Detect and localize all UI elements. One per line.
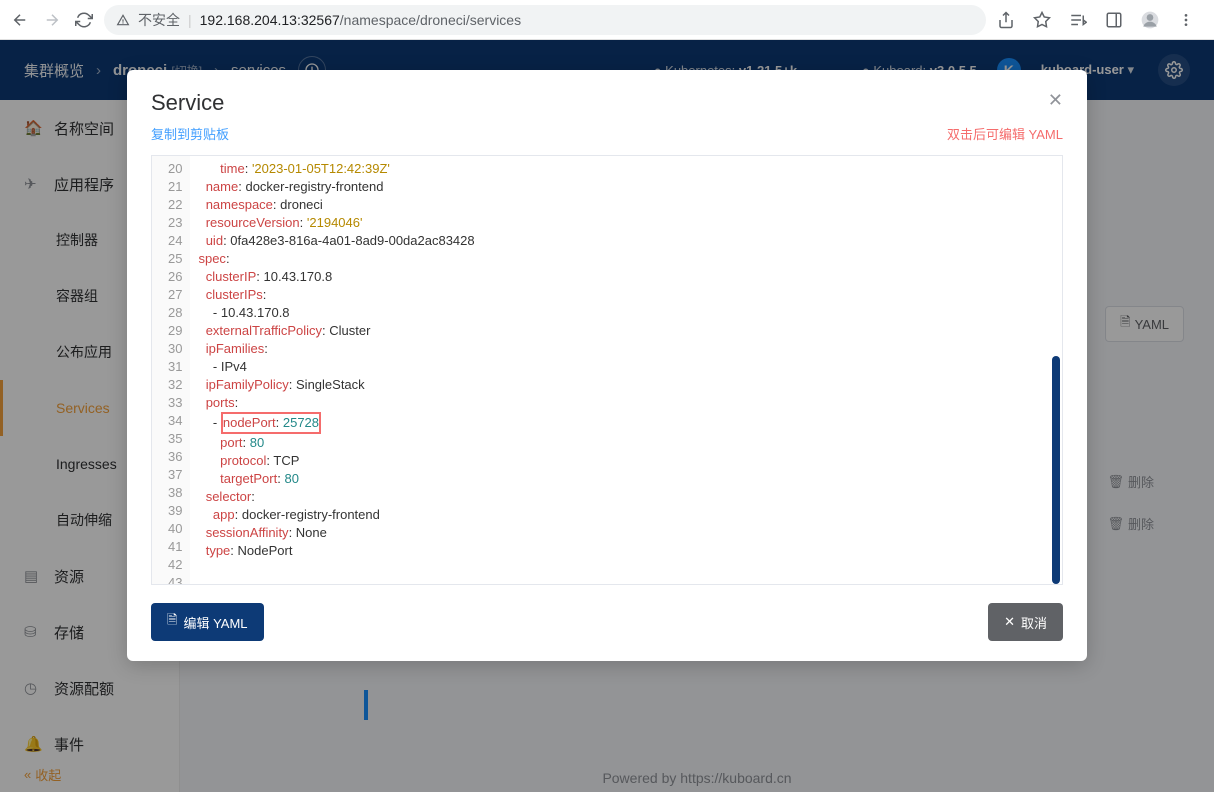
nav-reload-button[interactable] <box>72 8 96 32</box>
yaml-code: time: '2023-01-05T12:42:39Z' name: docke… <box>190 156 1062 584</box>
modal-title: Service <box>151 90 224 116</box>
close-icon[interactable]: ✕ <box>1048 90 1063 111</box>
panel-icon[interactable] <box>1102 8 1126 32</box>
copy-to-clipboard-link[interactable]: 复制到剪贴板 <box>151 124 229 143</box>
modal-overlay: Service ✕ 复制到剪贴板 双击后可编辑 YAML 20212223242… <box>0 40 1214 792</box>
close-icon: ✕ <box>1004 614 1015 630</box>
insecure-icon <box>116 13 130 27</box>
menu-icon[interactable] <box>1174 8 1198 32</box>
playlist-icon[interactable] <box>1066 8 1090 32</box>
yaml-editor[interactable]: 2021222324252627282930313233343536373839… <box>151 155 1063 585</box>
highlight-nodeport: nodePort: 25728 <box>221 412 321 434</box>
browser-toolbar: 不安全 | 192.168.204.13:32567/namespace/dro… <box>0 0 1214 40</box>
nav-back-button[interactable] <box>8 8 32 32</box>
cancel-button[interactable]: ✕取消 <box>988 603 1063 641</box>
service-modal: Service ✕ 复制到剪贴板 双击后可编辑 YAML 20212223242… <box>127 70 1087 661</box>
document-icon: 🗎 <box>167 611 177 633</box>
share-icon[interactable] <box>994 8 1018 32</box>
scrollbar-thumb[interactable] <box>1052 356 1060 584</box>
address-bar[interactable]: 不安全 | 192.168.204.13:32567/namespace/dro… <box>104 5 986 35</box>
bookmark-icon[interactable] <box>1030 8 1054 32</box>
profile-icon[interactable] <box>1138 8 1162 32</box>
line-gutter: 2021222324252627282930313233343536373839… <box>152 156 190 584</box>
edit-hint: 双击后可编辑 YAML <box>947 124 1063 143</box>
nav-forward-button[interactable] <box>40 8 64 32</box>
url-text: 192.168.204.13:32567/namespace/droneci/s… <box>200 12 521 28</box>
scrollbar[interactable] <box>1050 156 1062 584</box>
edit-yaml-button[interactable]: 🗎编辑 YAML <box>151 603 264 641</box>
insecure-label: 不安全 <box>138 10 180 30</box>
